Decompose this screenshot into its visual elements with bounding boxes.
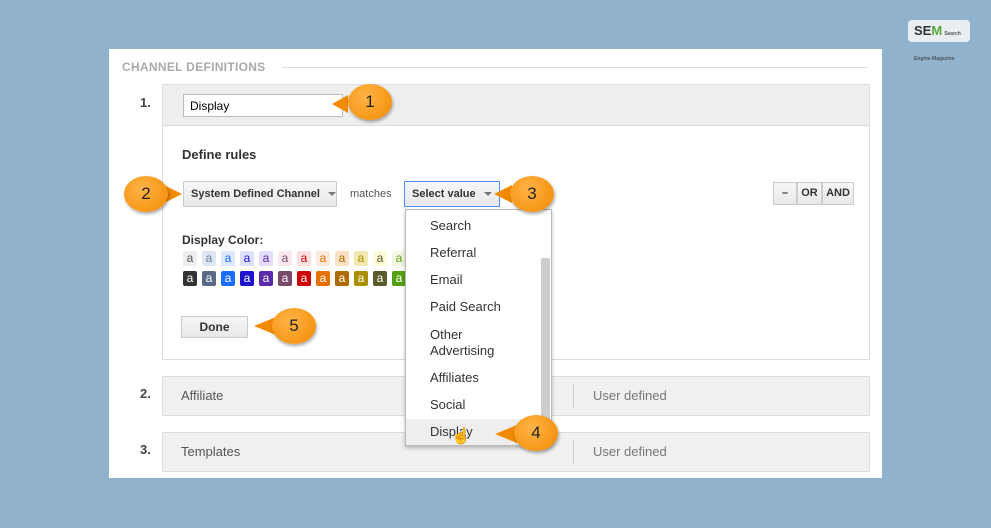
callout-3: 3 <box>510 176 554 212</box>
channel-name-input[interactable]: Display <box>183 94 343 117</box>
color-swatch-dark[interactable]: a <box>335 271 349 286</box>
divider <box>573 440 574 464</box>
row-type: User defined <box>593 444 667 459</box>
callout-pointer <box>332 95 348 113</box>
color-swatch-dark[interactable]: a <box>259 271 273 286</box>
row-name: Templates <box>181 444 241 459</box>
color-swatch-light[interactable]: a <box>316 251 330 266</box>
chevron-down-icon <box>327 192 336 197</box>
hand-cursor-icon: ☝ <box>451 428 471 445</box>
row-name: Affiliate <box>181 388 224 403</box>
color-swatch-dark[interactable]: a <box>240 271 254 286</box>
row-type: User defined <box>593 388 667 403</box>
remove-rule-button[interactable]: – <box>773 182 797 205</box>
color-swatch-light[interactable]: a <box>297 251 311 266</box>
dimension-dropdown[interactable]: System Defined Channel <box>183 181 337 207</box>
display-color-label: Display Color: <box>182 233 264 247</box>
row-number: 1. <box>140 95 151 110</box>
color-swatch-light[interactable]: a <box>183 251 197 266</box>
color-swatch-dark[interactable]: a <box>354 271 368 286</box>
menu-item-search[interactable]: Search <box>430 218 471 234</box>
define-rules-title: Define rules <box>182 147 257 162</box>
menu-item-social[interactable]: Social <box>430 397 465 413</box>
menu-item-affiliates[interactable]: Affiliates <box>430 370 479 386</box>
value-dropdown[interactable]: Select value <box>404 181 500 207</box>
divider <box>282 67 868 68</box>
divider <box>573 384 574 408</box>
section-title: CHANNEL DEFINITIONS <box>122 60 266 74</box>
color-swatch-dark[interactable]: a <box>278 271 292 286</box>
color-swatch-light[interactable]: a <box>221 251 235 266</box>
color-swatch-light[interactable]: a <box>392 251 406 266</box>
menu-item-paid-search[interactable]: Paid Search <box>430 299 501 315</box>
color-swatch-dark[interactable]: a <box>221 271 235 286</box>
dropdown-scrollbar[interactable] <box>541 258 550 440</box>
color-swatch-light[interactable]: a <box>278 251 292 266</box>
color-swatch-light[interactable]: a <box>354 251 368 266</box>
dimension-value: System Defined Channel <box>191 188 320 200</box>
color-swatch-light[interactable]: a <box>240 251 254 266</box>
menu-item-referral[interactable]: Referral <box>430 245 476 261</box>
color-swatch-dark[interactable]: a <box>392 271 406 286</box>
or-button[interactable]: OR <box>797 182 822 205</box>
callout-2: 2 <box>124 176 168 212</box>
done-button[interactable]: Done <box>181 316 248 338</box>
chevron-down-icon <box>483 192 492 197</box>
operator-label: matches <box>350 188 392 200</box>
color-swatch-light[interactable]: a <box>335 251 349 266</box>
color-swatch-dark[interactable]: a <box>183 271 197 286</box>
row-number: 3. <box>140 442 151 457</box>
value-dropdown-menu: Search Referral Email Paid Search Other … <box>405 209 552 446</box>
color-swatch-dark[interactable]: a <box>316 271 330 286</box>
row-number: 2. <box>140 386 151 401</box>
menu-item-other-advertising[interactable]: Other Advertising <box>430 327 510 359</box>
color-swatch-light[interactable]: a <box>373 251 387 266</box>
sem-logo: SEM Search Engine Magazine <box>908 20 970 62</box>
value-placeholder: Select value <box>412 188 476 200</box>
color-swatch-dark[interactable]: a <box>202 271 216 286</box>
callout-4: 4 <box>514 415 558 451</box>
color-swatches: aaaaaaaaaaaaaaaaaaaaaaaa <box>183 251 413 291</box>
color-swatch-light[interactable]: a <box>202 251 216 266</box>
callout-5: 5 <box>272 308 316 344</box>
and-button[interactable]: AND <box>822 182 854 205</box>
color-swatch-dark[interactable]: a <box>297 271 311 286</box>
callout-1: 1 <box>348 84 392 120</box>
menu-item-email[interactable]: Email <box>430 272 463 288</box>
color-swatch-light[interactable]: a <box>259 251 273 266</box>
color-swatch-dark[interactable]: a <box>373 271 387 286</box>
